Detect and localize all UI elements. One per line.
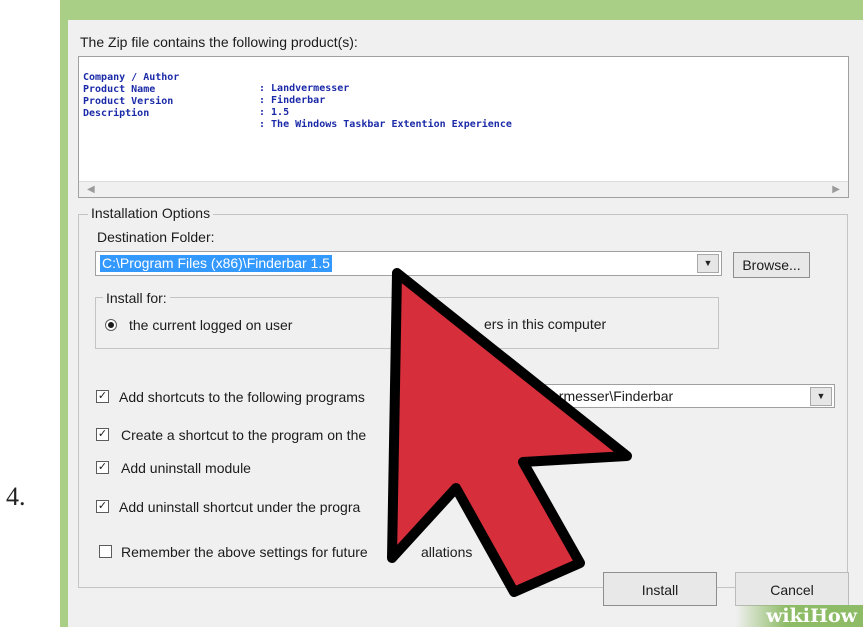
mouse-cursor-icon: [387, 268, 632, 597]
